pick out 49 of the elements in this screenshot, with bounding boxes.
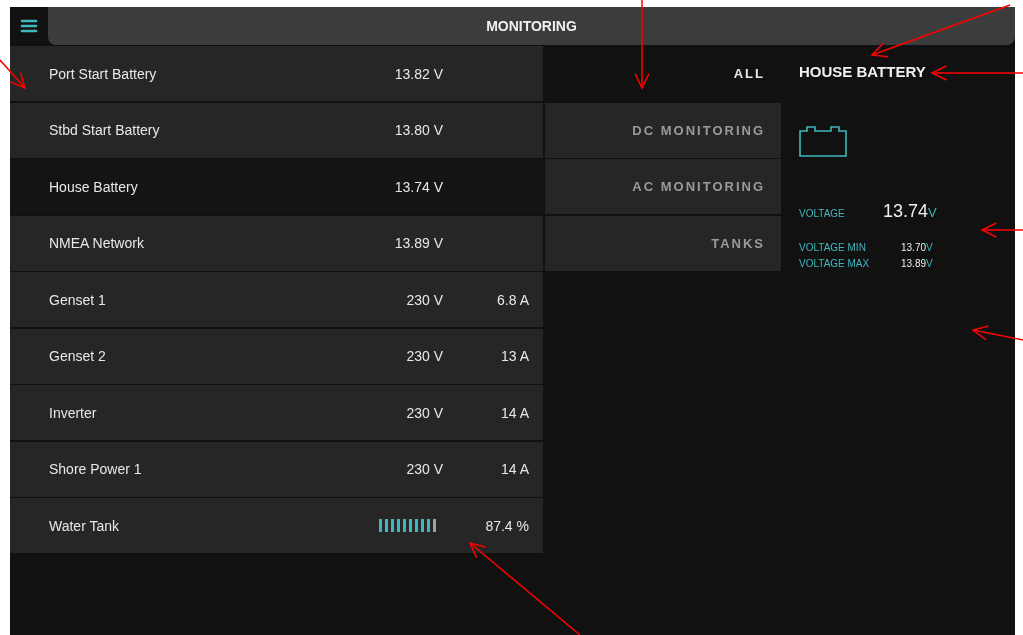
device-row[interactable]: Inverter 230 V 14 A <box>10 385 543 440</box>
device-row[interactable]: Genset 2 230 V 13 A <box>10 328 543 384</box>
annotation-arrow <box>0 59 27 90</box>
device-name: Port Start Battery <box>49 65 158 82</box>
device-row[interactable]: NMEA Network 13.89 V <box>10 215 543 271</box>
voltage-value: 230 V <box>405 291 443 308</box>
device-row[interactable]: Port Start Battery 13.82 V <box>10 46 543 101</box>
stat-label: VOLTAGE MAX <box>799 258 871 269</box>
category-tab[interactable]: AC MONITORING <box>545 159 781 214</box>
voltage-value: 13.74 V <box>393 178 443 195</box>
voltage-value: 230 V <box>405 348 443 364</box>
stat-unit: V <box>926 242 933 253</box>
annotation-arrow <box>980 222 1023 238</box>
voltage-value: 13.80 V <box>393 122 443 138</box>
voltage-label: VOLTAGE <box>799 208 846 219</box>
stat-unit: V <box>926 258 933 269</box>
current-value: 6.8 A <box>496 291 529 308</box>
device-name: Stbd Start Battery <box>49 122 161 138</box>
current-value: 14 A <box>499 461 529 477</box>
voltage-unit: V <box>928 205 937 220</box>
device-row[interactable]: Stbd Start Battery 13.80 V <box>10 102 543 158</box>
device-name: Genset 2 <box>49 348 107 364</box>
device-name: Genset 1 <box>49 291 107 308</box>
stat-value: 13.89 <box>901 258 927 269</box>
voltage-reading: 13.74 <box>883 201 929 222</box>
current-value: 14 A <box>499 404 529 421</box>
category-tab[interactable]: TANKS <box>545 215 781 271</box>
device-row[interactable]: Water Tank 87.4 % <box>10 498 543 553</box>
battery-icon <box>799 125 847 157</box>
category-tab[interactable]: DC MONITORING <box>545 102 781 158</box>
screen-title: MONITORING <box>486 18 577 34</box>
voltage-value: 13.82 V <box>393 65 443 82</box>
device-row[interactable]: Genset 1 230 V 6.8 A <box>10 272 543 327</box>
current-value: 13 A <box>499 348 529 364</box>
detail-title: HOUSE BATTERY <box>799 63 926 80</box>
device-name: NMEA Network <box>49 235 145 251</box>
stat-value: 13.70 <box>901 242 927 253</box>
device-name: Shore Power 1 <box>49 461 143 477</box>
voltage-value: 13.89 V <box>393 235 443 251</box>
voltage-value: 230 V <box>405 461 443 477</box>
device-name: House Battery <box>49 178 139 195</box>
menu-icon <box>20 19 38 33</box>
tank-level: 87.4 % <box>484 517 529 534</box>
voltage-value: 230 V <box>405 404 443 421</box>
device-name: Inverter <box>49 404 98 421</box>
stat-label: VOLTAGE MIN <box>799 242 867 253</box>
device-name: Water Tank <box>49 517 121 534</box>
device-row[interactable]: Shore Power 1 230 V 14 A <box>10 441 543 497</box>
annotation-arrow <box>971 325 1023 341</box>
